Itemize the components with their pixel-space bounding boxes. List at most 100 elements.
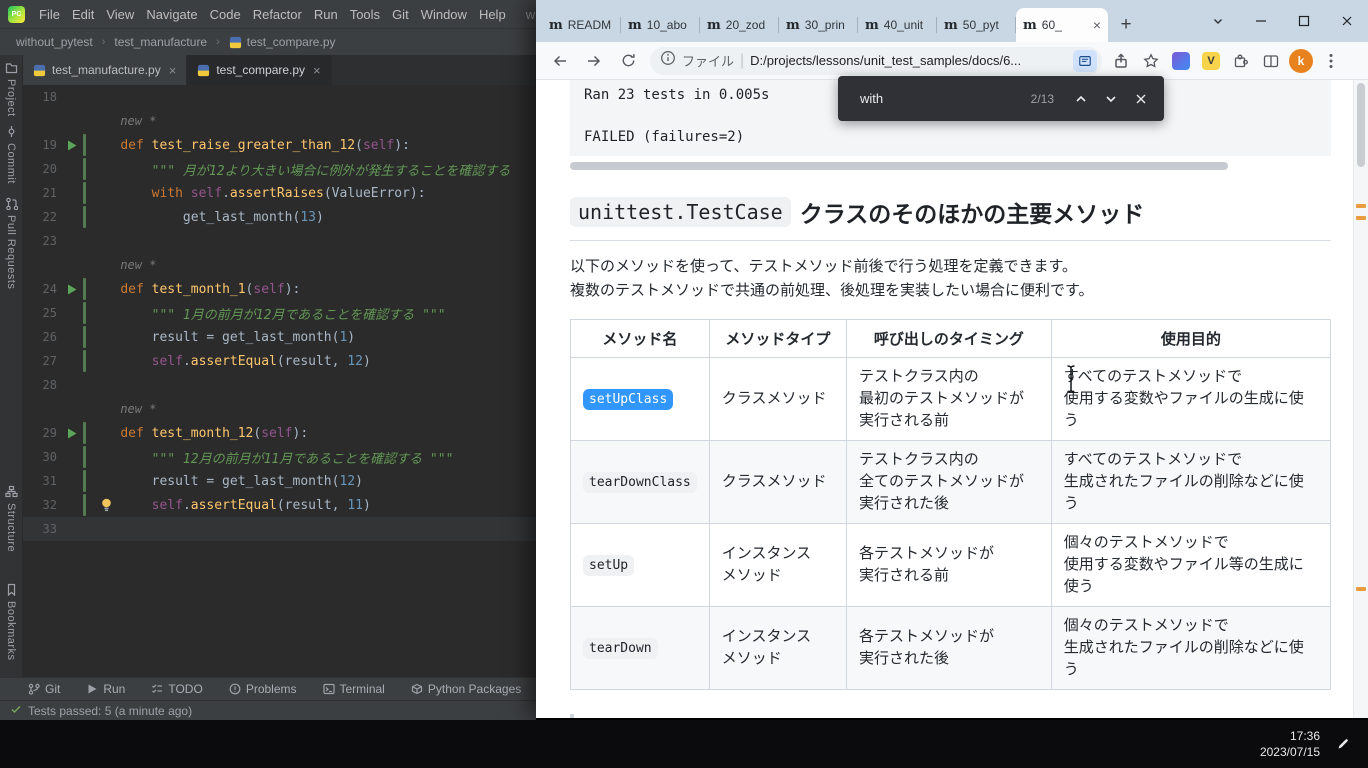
code-line[interactable]: 20 """ 月が12より大きい場合に例外が発生することを確認する <box>23 157 536 181</box>
code-line[interactable]: 28 <box>23 373 536 397</box>
code-line[interactable]: 19 def test_raise_greater_than_12(self): <box>23 133 536 157</box>
menu-item-run[interactable]: Run <box>308 4 344 25</box>
tab-search-chevron-icon[interactable] <box>1196 0 1239 42</box>
intention-bulb-icon[interactable] <box>101 498 112 516</box>
code-line[interactable]: 21 with self.assertRaises(ValueError): <box>23 181 536 205</box>
code-line[interactable]: 25 """ 1月の前月が12月であることを確認する """ <box>23 301 536 325</box>
table-cell-type: クラスメソッド <box>709 441 846 524</box>
tool-window-button-commit[interactable]: Commit <box>0 125 22 184</box>
commit-icon <box>5 125 18 138</box>
close-button[interactable] <box>1325 0 1368 42</box>
code-editor[interactable]: 18 new *19 def test_raise_greater_than_1… <box>23 85 536 677</box>
menu-item-file[interactable]: File <box>33 4 66 25</box>
editor-tab-test-compare-py[interactable]: test_compare.py × <box>187 55 331 85</box>
vertical-scrollbar[interactable] <box>1353 80 1368 718</box>
breadcrumb-item[interactable]: test_manufacture <box>112 33 209 51</box>
pycharm-window: PC FileEditViewNavigateCodeRefactorRunTo… <box>0 0 536 720</box>
vertical-scrollbar-thumb[interactable] <box>1357 83 1365 167</box>
extension-v-icon[interactable]: V <box>1196 46 1226 76</box>
editor-tab-test-manufacture-py[interactable]: test_manufacture.py × <box>23 55 187 85</box>
tray-clock[interactable]: 17:36 2023/07/15 <box>1260 728 1320 760</box>
status-bar[interactable]: Tests passed: 5 (a minute ago) <box>0 700 536 720</box>
menu-item-refactor[interactable]: Refactor <box>247 4 308 25</box>
page-action-icon[interactable] <box>1073 50 1097 72</box>
horizontal-scrollbar-thumb[interactable] <box>570 162 1228 170</box>
code-line[interactable]: 31 result = get_last_month(12) <box>23 469 536 493</box>
find-previous-icon[interactable] <box>1066 84 1096 114</box>
browser-tab-label: READM <box>568 18 614 32</box>
close-tab-icon[interactable]: × <box>1093 17 1101 33</box>
maximize-button[interactable] <box>1282 0 1325 42</box>
tray-date: 2023/07/15 <box>1260 744 1320 760</box>
menu-item-edit[interactable]: Edit <box>66 4 100 25</box>
run-test-icon[interactable] <box>63 284 81 295</box>
find-close-icon[interactable] <box>1126 84 1156 114</box>
close-tab-icon[interactable]: × <box>313 63 321 78</box>
menu-item-window[interactable]: Window <box>415 4 473 25</box>
profile-avatar[interactable]: k <box>1286 46 1316 76</box>
back-icon[interactable] <box>544 45 576 77</box>
tool-button-terminal[interactable]: Terminal <box>323 682 385 696</box>
tool-button-label: Run <box>103 682 125 696</box>
tool-window-button-pull-requests[interactable]: Pull Requests <box>0 197 22 289</box>
close-tab-icon[interactable]: × <box>169 63 177 78</box>
browser-tab-30-prin[interactable]: m 30_prin <box>779 8 858 42</box>
code-line[interactable]: 24 def test_month_1(self): <box>23 277 536 301</box>
vcs-change-marker <box>81 469 89 493</box>
browser-tab-60-[interactable]: m 60_ × <box>1016 8 1108 42</box>
tool-button-git[interactable]: Git <box>28 682 60 696</box>
menu-item-git[interactable]: Git <box>386 4 415 25</box>
browser-tab-10-abo[interactable]: m 10_abo <box>621 8 700 42</box>
menu-item-help[interactable]: Help <box>473 4 512 25</box>
markdown-file-icon: m <box>1023 18 1037 33</box>
browser-tab-label: 40_unit <box>884 18 930 32</box>
forward-icon[interactable] <box>578 45 610 77</box>
browser-tab-40-unit[interactable]: m 40_unit <box>858 8 937 42</box>
line-number: 32 <box>23 498 63 512</box>
minimize-button[interactable] <box>1239 0 1282 42</box>
code-line[interactable]: 32 self.assertEqual(result, 11) <box>23 493 536 517</box>
page-info-icon[interactable] <box>660 50 676 71</box>
code-line[interactable]: 33 <box>23 517 536 541</box>
extensions-puzzle-icon[interactable] <box>1226 46 1256 76</box>
find-query[interactable]: with <box>860 91 1031 106</box>
tool-button-todo[interactable]: TODO <box>151 682 202 696</box>
breadcrumb-item[interactable]: test_compare.py <box>227 33 338 51</box>
vcs-change-marker <box>81 325 89 349</box>
find-next-icon[interactable] <box>1096 84 1126 114</box>
run-test-icon[interactable] <box>63 428 81 439</box>
menu-item-tools[interactable]: Tools <box>344 4 386 25</box>
code-line[interactable]: 23 <box>23 229 536 253</box>
table-cell-purpose: すべてのテストメソッドで 生成されたファイルの削除などに使う <box>1051 441 1330 524</box>
share-icon[interactable] <box>1106 46 1136 76</box>
tool-button-run[interactable]: Run <box>86 682 125 696</box>
favorites-star-icon[interactable] <box>1136 46 1166 76</box>
menu-item-navigate[interactable]: Navigate <box>140 4 203 25</box>
run-test-icon[interactable] <box>63 140 81 151</box>
code-line[interactable]: 22 get_last_month(13) <box>23 205 536 229</box>
new-tab-button[interactable]: + <box>1112 11 1140 39</box>
code-line[interactable]: 18 <box>23 85 536 109</box>
tool-window-button-project[interactable]: Project <box>0 61 22 117</box>
browser-tab-50-pyt[interactable]: m 50_pyt <box>937 8 1016 42</box>
tool-window-button-structure[interactable]: Structure <box>0 485 22 552</box>
code-line[interactable]: 30 """ 12月の前月が11月であることを確認する """ <box>23 445 536 469</box>
breadcrumb-item[interactable]: without_pytest <box>14 33 95 51</box>
tool-window-button-bookmarks[interactable]: Bookmarks <box>0 583 22 661</box>
tool-button-problems[interactable]: Problems <box>229 682 297 696</box>
extension-icon[interactable] <box>1166 46 1196 76</box>
refresh-icon[interactable] <box>612 45 644 77</box>
browser-tab-20-zod[interactable]: m 20_zod <box>700 8 779 42</box>
code-line[interactable]: 27 self.assertEqual(result, 12) <box>23 349 536 373</box>
code-line[interactable]: 26 result = get_last_month(1) <box>23 325 536 349</box>
address-bar[interactable]: ファイル | D:/projects/lessons/unit_test_sam… <box>650 47 1102 75</box>
horizontal-scrollbar[interactable] <box>570 161 1331 171</box>
menu-item-code[interactable]: Code <box>204 4 247 25</box>
menu-kebab-icon[interactable] <box>1316 46 1346 76</box>
menu-item-view[interactable]: View <box>100 4 140 25</box>
split-screen-icon[interactable] <box>1256 46 1286 76</box>
browser-tab-readm[interactable]: m READM <box>542 8 621 42</box>
ime-pen-icon[interactable] <box>1330 731 1356 757</box>
tool-button-python-packages[interactable]: Python Packages <box>411 682 521 696</box>
code-line[interactable]: 29 def test_month_12(self): <box>23 421 536 445</box>
